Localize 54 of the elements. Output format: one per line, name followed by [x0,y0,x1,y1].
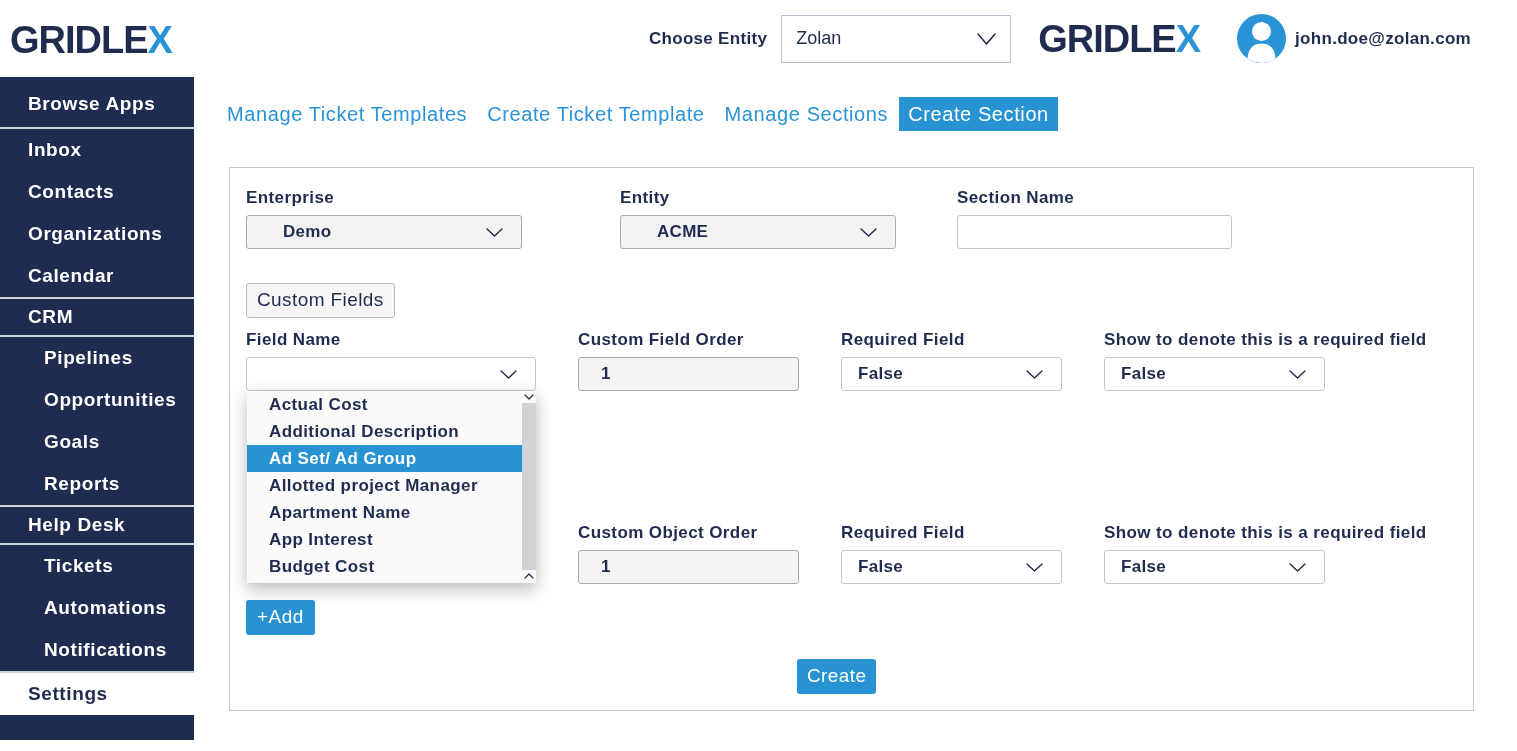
sidebar-item[interactable]: Notifications [0,629,194,671]
custom-fields-button[interactable]: Custom Fields [246,283,395,318]
chevron-down-icon [1026,562,1043,572]
chevron-down-icon [524,394,534,400]
chevron-down-icon [860,227,877,237]
input-field[interactable] [957,215,1232,249]
field-label: Show to denote this is a required field [1104,523,1427,543]
field-label: Custom Object Order [578,523,758,543]
field-label: Required Field [841,523,965,543]
select-field[interactable]: False [1104,357,1325,391]
field-label: Section Name [957,188,1075,208]
sidebar-item[interactable]: Opportunities [0,379,194,421]
sidebar-item[interactable]: Calendar [0,255,194,297]
field-label: Show to denote this is a required field [1104,330,1427,350]
user-email: john.doe@zolan.com [1295,27,1471,50]
sidebar-item[interactable]: Browse Apps [0,83,194,125]
field-label: Entity [620,188,670,208]
dropdown-option[interactable]: Apartment Name [247,499,522,526]
dropdown-option[interactable]: App Interest [247,526,522,553]
dropdown-option[interactable]: Actual Cost [247,391,522,418]
sidebar-item[interactable]: Tickets [0,545,194,587]
sidebar-item[interactable]: Settings [0,673,194,715]
field-label: Required Field [841,330,965,350]
select-field[interactable]: False [841,550,1062,584]
sidebar-item[interactable]: Organizations [0,213,194,255]
dropdown-option[interactable]: Additional Description [247,418,522,445]
chevron-down-icon [1289,562,1306,572]
dropdown-option[interactable]: Budget Cost [247,553,522,580]
logo: GRIDLEX [10,20,174,59]
chevron-down-icon [1289,369,1306,379]
logo: GRIDLEX [1038,19,1201,58]
sidebar-item[interactable]: Pipelines [0,337,194,379]
dropdown-option[interactable]: Allotted project Manager [247,472,522,499]
sidebar-item[interactable]: CRM [0,299,194,335]
sidebar-item[interactable]: Contacts [0,171,194,213]
select-field[interactable]: False [1104,550,1325,584]
select-field[interactable] [246,357,536,391]
chevron-up-icon [524,573,534,579]
field-label: Custom Field Order [578,330,744,350]
chevron-down-icon [977,32,997,45]
chevron-down-icon [1026,369,1043,379]
select-field[interactable]: False [841,357,1062,391]
entity-label: Choose Entity [648,27,768,50]
avatar-icon [1237,14,1287,63]
field-label: Enterprise [246,188,335,208]
sidebar-item[interactable]: Inbox [0,129,194,171]
chevron-down-icon [486,227,503,237]
field-label: Field Name [246,330,341,350]
sidebar-item[interactable]: Automations [0,587,194,629]
sidebar-item[interactable]: Help Desk [0,507,194,543]
sidebar-item[interactable]: Goals [0,421,194,463]
entity-select[interactable]: Zolan [781,14,1012,63]
sidebar-item[interactable]: Reports [0,463,194,505]
chevron-down-icon [500,369,517,379]
